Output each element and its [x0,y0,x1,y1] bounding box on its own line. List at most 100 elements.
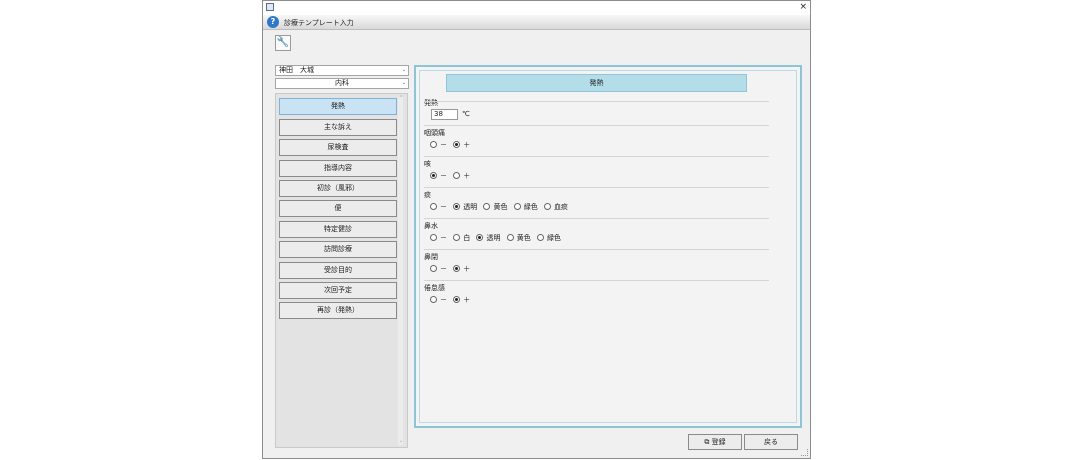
doctor-select-value: 神田 大城 [279,66,314,74]
radio-checked-icon [453,264,461,272]
template-item-health-checkup[interactable]: 特定健診 [279,221,397,238]
radio-checked-icon [476,233,484,241]
runny-nose-option-clear[interactable]: 透明 [476,233,500,243]
option-label: ＋ [463,141,471,149]
nasal-congestion-options: － ＋ [430,264,474,274]
radio-icon [430,264,437,272]
template-item-guidance[interactable]: 指導内容 [279,160,397,177]
template-item-visit-purpose[interactable]: 受診目的 [279,262,397,279]
template-form-inner [419,70,797,423]
nasal-congestion-label: 鼻閉 [424,253,438,261]
scroll-down-icon[interactable]: ⌄ [399,438,403,444]
resize-grip-icon[interactable] [801,449,808,456]
divider [424,280,769,281]
option-label: － [440,141,447,149]
nasal-congestion-option-minus[interactable]: － [430,264,447,274]
option-label: 黄色 [516,234,531,242]
fatigue-option-plus[interactable]: ＋ [453,295,470,305]
template-item-home-visit[interactable]: 訪問診療 [279,241,397,258]
runny-nose-option-white[interactable]: 白 [453,233,470,243]
radio-icon [506,233,514,241]
divider [424,218,769,219]
template-item-first-visit-cold[interactable]: 初診（風邪） [279,180,397,197]
close-icon[interactable]: × [799,1,807,13]
sputum-option-bloody[interactable]: 血痰 [543,202,568,212]
department-select[interactable]: 内科 ⌄ [275,78,409,89]
template-list-scrollbar[interactable] [398,97,403,445]
option-label: 黄色 [493,203,508,211]
radio-icon [513,202,521,210]
chevron-down-icon: ⌄ [401,67,406,73]
option-label: － [440,203,447,211]
title-bar: × [263,1,810,15]
template-input-window: × ? 診療テンプレート入力 🔧 神田 大城 ⌄ 内科 ⌄ ⌃ ⌄ 発熱 主な訴… [262,0,811,459]
divider [424,187,769,188]
option-label: ＋ [463,172,471,180]
scroll-up-icon[interactable]: ⌃ [399,95,403,101]
cough-option-plus[interactable]: ＋ [453,171,470,181]
option-label: ＋ [463,265,471,273]
runny-nose-options: － 白 透明 黄色 緑色 [430,233,565,243]
radio-checked-icon [453,202,461,210]
template-form-frame [414,65,802,428]
template-item-next-plan[interactable]: 次回予定 [279,282,397,299]
radio-icon [430,140,437,148]
radio-icon [430,295,437,303]
runny-nose-option-yellow[interactable]: 黄色 [506,233,531,243]
help-icon[interactable]: ? [267,16,279,28]
header-bar: ? 診療テンプレート入力 [263,15,810,30]
nasal-congestion-option-plus[interactable]: ＋ [453,264,470,274]
window-title: 診療テンプレート入力 [284,19,354,27]
runny-nose-label: 鼻水 [424,222,438,230]
cough-label: 咳 [424,160,431,168]
template-item-stool[interactable]: 便 [279,200,397,217]
fatigue-option-minus[interactable]: － [430,295,447,305]
cough-option-minus[interactable]: － [430,171,447,181]
register-button[interactable]: ⧉ 登録 [688,434,742,450]
settings-wrench-button[interactable]: 🔧 [275,35,291,51]
radio-checked-icon [430,171,437,179]
sputum-option-clear[interactable]: 透明 [453,202,477,212]
template-item-urinalysis[interactable]: 尿検査 [279,139,397,156]
department-select-value: 内科 [335,79,349,87]
sore-throat-label: 咽頭痛 [424,129,445,137]
chevron-down-icon: ⌄ [401,80,406,86]
option-label: 透明 [486,234,501,242]
doctor-select[interactable]: 神田 大城 ⌄ [275,65,409,76]
runny-nose-option-minus[interactable]: － [430,233,447,243]
sputum-option-yellow[interactable]: 黄色 [483,202,507,212]
radio-icon [430,233,437,241]
option-label: 白 [463,234,471,242]
app-icon [266,3,274,11]
radio-icon [430,202,437,210]
radio-icon [453,233,461,241]
sputum-option-green[interactable]: 緑色 [513,202,538,212]
wrench-icon: 🔧 [276,37,290,48]
divider [424,125,769,126]
template-item-chief-complaint[interactable]: 主な訴え [279,119,397,136]
radio-icon [483,202,491,210]
template-item-fever[interactable]: 発熱 [279,98,397,115]
sore-throat-option-plus[interactable]: ＋ [453,140,470,150]
sputum-options: － 透明 黄色 緑色 血痰 [430,202,572,212]
option-label: － [440,265,447,273]
option-label: － [440,234,447,242]
radio-checked-icon [453,140,461,148]
sore-throat-option-minus[interactable]: － [430,140,447,150]
radio-icon [543,202,551,210]
temperature-label: 発熱 [424,99,438,107]
copy-icon: ⧉ [704,438,710,446]
temperature-input[interactable]: 38 [431,109,458,120]
radio-icon [536,233,544,241]
fatigue-label: 倦怠感 [424,284,445,292]
option-label: － [440,296,447,304]
divider [424,249,769,250]
template-item-revisit-fever[interactable]: 再診（発熱） [279,302,397,319]
sputum-option-minus[interactable]: － [430,202,447,212]
form-header: 発熱 [446,74,747,92]
runny-nose-option-green[interactable]: 緑色 [536,233,561,243]
option-label: － [440,172,447,180]
back-button[interactable]: 戻る [744,434,798,450]
divider [424,101,769,102]
sore-throat-options: － ＋ [430,140,474,150]
